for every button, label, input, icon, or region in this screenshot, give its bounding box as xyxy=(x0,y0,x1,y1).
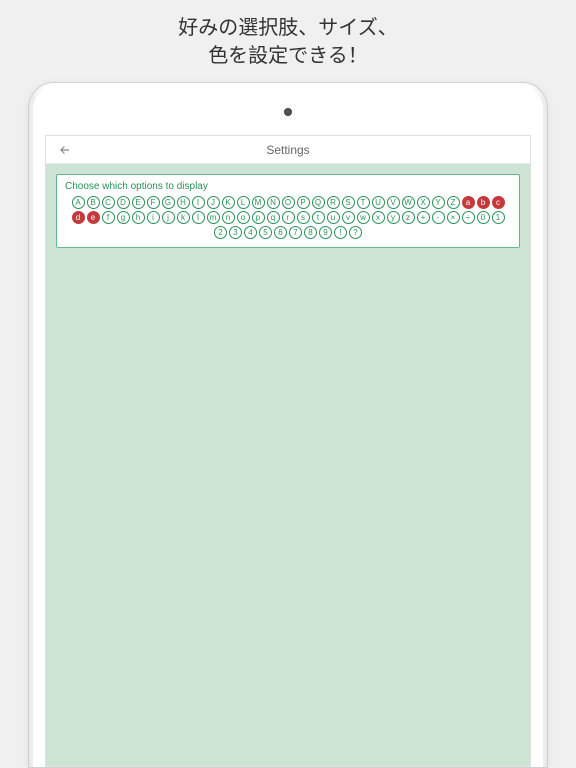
option-toggle[interactable]: 6 xyxy=(274,226,287,239)
option-toggle[interactable]: F xyxy=(147,196,160,209)
option-toggle[interactable]: U xyxy=(372,196,385,209)
option-toggle[interactable]: i xyxy=(147,211,160,224)
option-toggle[interactable]: A xyxy=(72,196,85,209)
option-toggle[interactable]: H xyxy=(177,196,190,209)
option-toggle[interactable]: q xyxy=(267,211,280,224)
option-toggle[interactable]: e xyxy=(87,211,100,224)
option-toggle[interactable]: D xyxy=(117,196,130,209)
options-grid: ABCDEFGHIJKLMNOPQRSTUVWXYZabc defghijklmn… xyxy=(65,196,511,239)
option-toggle[interactable]: d xyxy=(72,211,85,224)
option-toggle[interactable]: 2 xyxy=(214,226,227,239)
option-toggle[interactable]: Z xyxy=(447,196,460,209)
option-toggle[interactable]: W xyxy=(402,196,415,209)
arrow-left-icon xyxy=(58,143,72,157)
option-toggle[interactable]: E xyxy=(132,196,145,209)
option-toggle[interactable]: u xyxy=(327,211,340,224)
option-toggle[interactable]: n xyxy=(222,211,235,224)
option-toggle[interactable]: ! xyxy=(334,226,347,239)
option-toggle[interactable]: 7 xyxy=(289,226,302,239)
tablet-frame: Settings Choose which options to display… xyxy=(28,82,548,768)
option-toggle[interactable]: C xyxy=(102,196,115,209)
option-toggle[interactable]: L xyxy=(237,196,250,209)
option-toggle[interactable]: c xyxy=(492,196,505,209)
option-toggle[interactable]: ? xyxy=(349,226,362,239)
app-screen: Settings Choose which options to display… xyxy=(45,135,531,767)
promo-caption: 好みの選択肢、サイズ、 色を設定できる！ xyxy=(0,0,576,80)
option-toggle[interactable]: × xyxy=(447,211,460,224)
option-toggle[interactable]: S xyxy=(342,196,355,209)
option-toggle[interactable]: I xyxy=(192,196,205,209)
option-toggle[interactable]: j xyxy=(162,211,175,224)
option-toggle[interactable]: b xyxy=(477,196,490,209)
option-toggle[interactable]: o xyxy=(237,211,250,224)
option-toggle[interactable]: v xyxy=(342,211,355,224)
header-bar: Settings xyxy=(46,136,530,164)
tablet-bezel: Settings Choose which options to display… xyxy=(33,87,543,767)
option-toggle[interactable]: J xyxy=(207,196,220,209)
option-toggle[interactable]: G xyxy=(162,196,175,209)
option-toggle[interactable]: r xyxy=(282,211,295,224)
option-toggle[interactable]: O xyxy=(282,196,295,209)
option-toggle[interactable]: M xyxy=(252,196,265,209)
page-title: Settings xyxy=(46,143,530,157)
options-panel-label: Choose which options to display xyxy=(65,181,511,192)
option-toggle[interactable]: P xyxy=(297,196,310,209)
option-toggle[interactable]: k xyxy=(177,211,190,224)
option-toggle[interactable]: + xyxy=(417,211,430,224)
option-toggle[interactable]: 5 xyxy=(259,226,272,239)
camera-icon xyxy=(284,108,292,116)
option-toggle[interactable]: x xyxy=(372,211,385,224)
option-toggle[interactable]: V xyxy=(387,196,400,209)
option-toggle[interactable]: g xyxy=(117,211,130,224)
option-toggle[interactable]: 8 xyxy=(304,226,317,239)
option-toggle[interactable]: - xyxy=(432,211,445,224)
option-toggle[interactable]: w xyxy=(357,211,370,224)
option-toggle[interactable]: a xyxy=(462,196,475,209)
options-panel: Choose which options to display ABCDEFGH… xyxy=(56,174,520,248)
option-toggle[interactable]: ÷ xyxy=(462,211,475,224)
option-toggle[interactable]: s xyxy=(297,211,310,224)
option-toggle[interactable]: p xyxy=(252,211,265,224)
promo-line2: 色を設定できる！ xyxy=(0,42,576,70)
option-toggle[interactable]: B xyxy=(87,196,100,209)
option-toggle[interactable]: 4 xyxy=(244,226,257,239)
option-toggle[interactable]: K xyxy=(222,196,235,209)
option-toggle[interactable]: 0 xyxy=(477,211,490,224)
promo-line1: 好みの選択肢、サイズ、 xyxy=(0,14,576,42)
option-toggle[interactable]: l xyxy=(192,211,205,224)
option-toggle[interactable]: 1 xyxy=(492,211,505,224)
option-toggle[interactable]: Y xyxy=(432,196,445,209)
option-toggle[interactable]: h xyxy=(132,211,145,224)
option-toggle[interactable]: Q xyxy=(312,196,325,209)
option-toggle[interactable]: T xyxy=(357,196,370,209)
option-toggle[interactable]: 3 xyxy=(229,226,242,239)
option-toggle[interactable]: 9 xyxy=(319,226,332,239)
content-area: Choose which options to display ABCDEFGH… xyxy=(46,164,530,766)
back-button[interactable] xyxy=(56,141,74,159)
option-toggle[interactable]: z xyxy=(402,211,415,224)
option-toggle[interactable]: N xyxy=(267,196,280,209)
option-toggle[interactable]: R xyxy=(327,196,340,209)
option-toggle[interactable]: f xyxy=(102,211,115,224)
option-toggle[interactable]: t xyxy=(312,211,325,224)
option-toggle[interactable]: m xyxy=(207,211,220,224)
option-toggle[interactable]: X xyxy=(417,196,430,209)
option-toggle[interactable]: y xyxy=(387,211,400,224)
